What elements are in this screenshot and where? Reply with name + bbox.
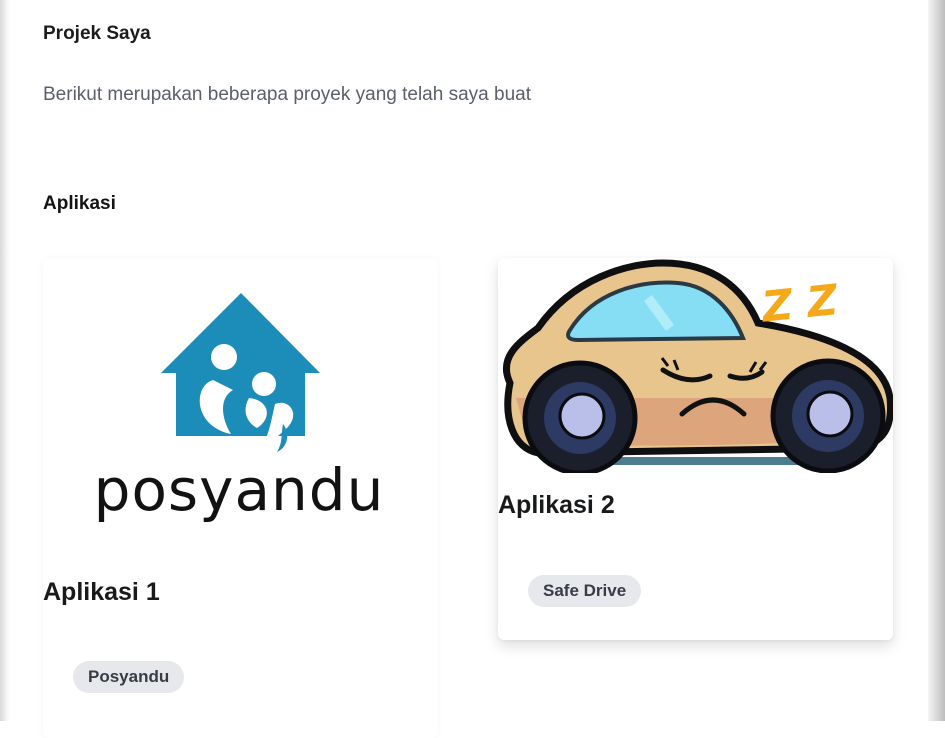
sleeping-car-icon: Z Z	[502, 259, 893, 473]
tag-badge: Posyandu	[73, 661, 185, 693]
tag-badge: Safe Drive	[528, 575, 642, 607]
right-scroll-shadow	[928, 0, 945, 721]
section-title-aplikasi: Aplikasi	[43, 193, 116, 214]
left-gutter	[0, 0, 10, 721]
card-title: Aplikasi 1	[43, 578, 160, 606]
posyandu-wordmark: posyandu	[94, 456, 385, 524]
zzz-text: Z Z	[758, 275, 842, 332]
posyandu-logo-icon: posyandu	[94, 293, 385, 524]
card-title: Aplikasi 2	[498, 491, 615, 519]
project-card-aplikasi-1[interactable]: posyandu Aplikasi 1 Posyandu	[43, 258, 438, 738]
page-title: Projek Saya	[43, 23, 151, 44]
page-subtitle: Berikut merupakan beberapa proyek yang t…	[43, 84, 531, 105]
project-card-aplikasi-2[interactable]: Z Z Aplikasi 2 Safe Drive	[498, 258, 893, 640]
